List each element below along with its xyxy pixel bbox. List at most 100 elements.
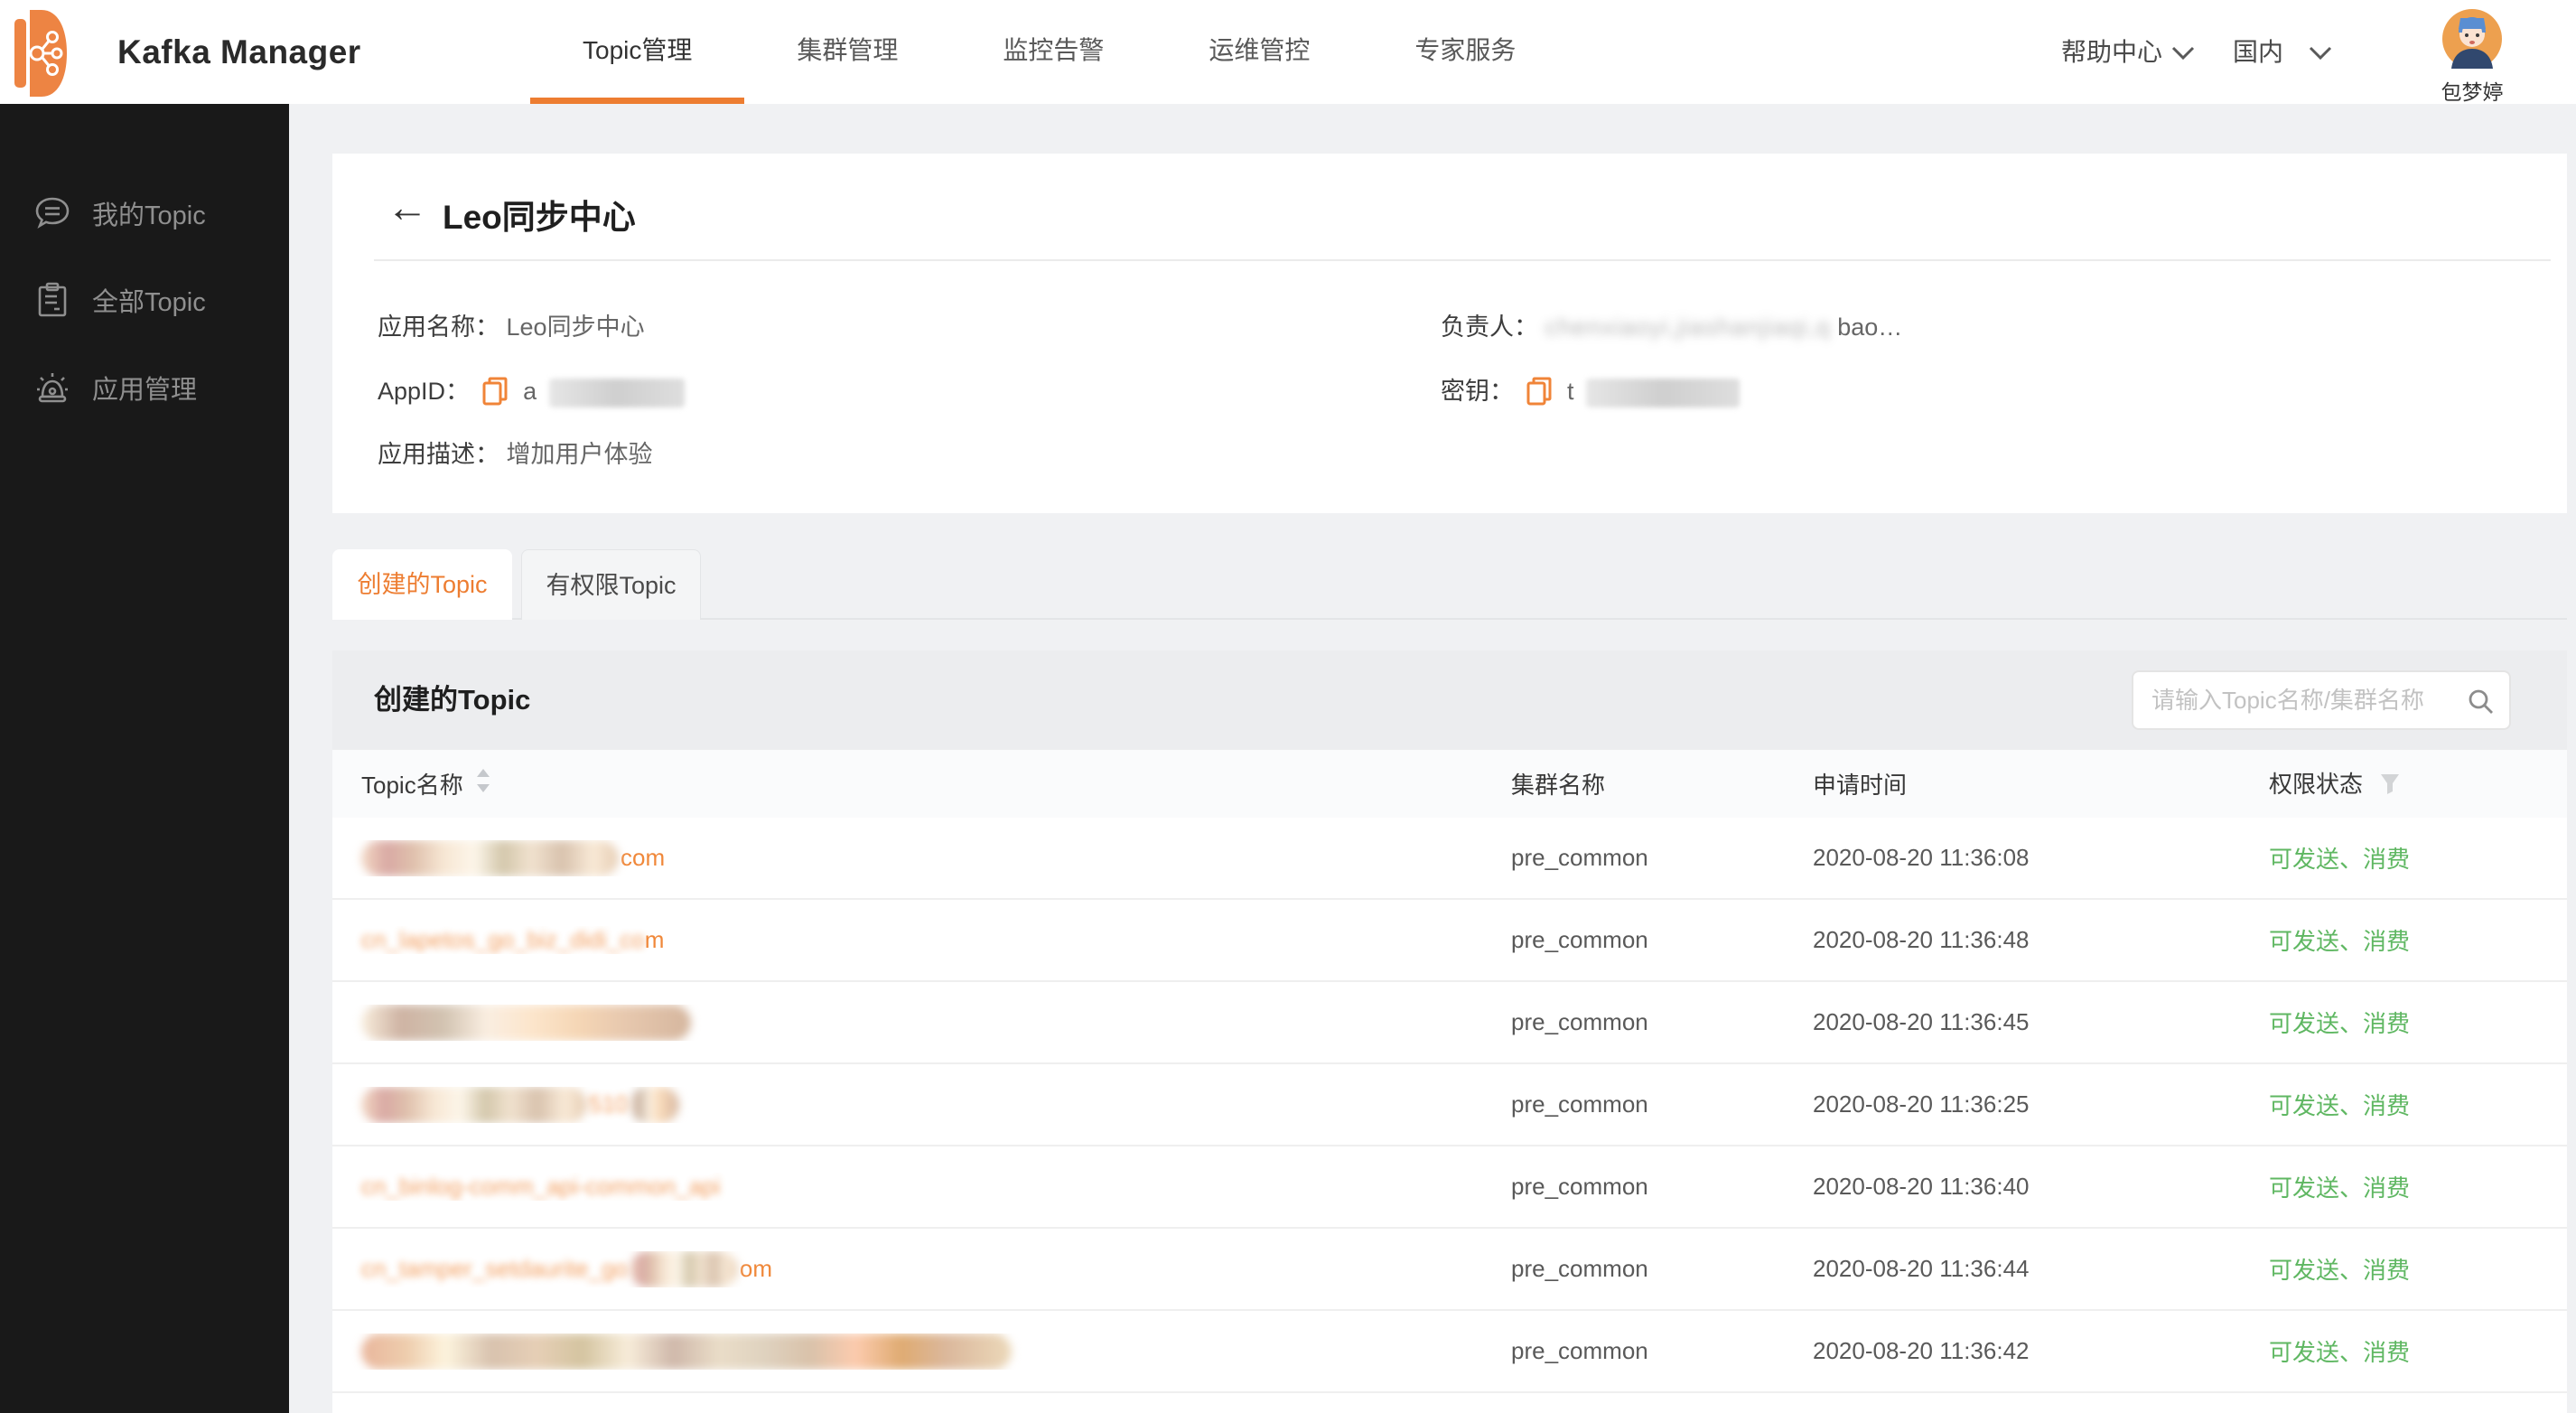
redacted-topic-text: 510 bbox=[589, 1090, 628, 1118]
permission-status-cell: 可发送、消费 bbox=[2269, 1334, 2567, 1368]
field-secret: 密钥： t bbox=[1441, 373, 1740, 409]
copy-icon[interactable] bbox=[482, 377, 508, 416]
sidebar-item-my-topic[interactable]: 我的Topic bbox=[0, 184, 289, 242]
page-title: Leo同步中心 bbox=[443, 190, 636, 239]
app-detail-card: ← Leo同步中心 应用名称： Leo同步中心 负责人： chenxiaoyi,… bbox=[332, 154, 2567, 513]
apply-time-cell: 2020-08-20 11:36:44 bbox=[1813, 1255, 2269, 1283]
main-nav: Topic管理 集群管理 监控告警 运维管控 专家服务 bbox=[530, 0, 1568, 104]
back-arrow-icon[interactable]: ← bbox=[387, 186, 428, 228]
sidebar-item-label: 全部Topic bbox=[92, 281, 206, 319]
cluster-name-cell: pre_common bbox=[1511, 926, 1813, 954]
column-permission-status: 权限状态 bbox=[2269, 766, 2567, 801]
topic-name-link[interactable]: cn_lapetos_go_biz_didi_com bbox=[361, 926, 664, 954]
cluster-name-cell: pre_common bbox=[1511, 844, 1813, 872]
apply-time-cell: 2020-08-20 11:36:40 bbox=[1813, 1173, 2269, 1201]
table-row[interactable]: cn_binlog-comm_api-common_api pre_common… bbox=[332, 1146, 2567, 1229]
search-input[interactable] bbox=[2151, 672, 2459, 728]
table-row[interactable]: cn_lapetos_go_biz_didi_com pre_common 20… bbox=[332, 900, 2567, 982]
redacted-topic-name bbox=[630, 1251, 738, 1287]
tab-created-topic[interactable]: 创建的Topic bbox=[332, 549, 512, 620]
field-app-name: 应用名称： Leo同步中心 bbox=[378, 309, 645, 345]
redacted-topic-name bbox=[361, 1005, 691, 1041]
column-topic-name: Topic名称 bbox=[332, 767, 1511, 800]
cluster-name-cell: pre_common bbox=[1511, 1255, 1813, 1283]
sidebar-item-all-topic[interactable]: 全部Topic bbox=[0, 271, 289, 329]
table-row[interactable]: com pre_common 2020-08-20 11:36:08 可发送、消… bbox=[332, 818, 2567, 900]
permission-status-cell: 可发送、消费 bbox=[2269, 923, 2567, 957]
region-menu[interactable]: 国内 bbox=[2233, 0, 2332, 104]
redacted-appid bbox=[549, 379, 685, 407]
topic-name-link[interactable]: cn_binlog-comm_api-common_api bbox=[361, 1173, 720, 1201]
redacted-topic-name bbox=[361, 1087, 587, 1123]
field-value: Leo同步中心 bbox=[507, 313, 645, 341]
permission-status-cell: 可发送、消费 bbox=[2269, 841, 2567, 875]
region-label: 国内 bbox=[2233, 38, 2283, 66]
table-row[interactable]: pre_common 2020-08-20 11:36:45 可发送、消费 bbox=[332, 982, 2567, 1064]
nav-topic-management[interactable]: Topic管理 bbox=[530, 0, 744, 104]
topic-name-link[interactable]: 510 bbox=[361, 1087, 679, 1123]
user-name: 包梦婷 bbox=[2427, 75, 2517, 106]
field-label: 密钥： bbox=[1441, 378, 1514, 405]
topic-name-link[interactable]: com bbox=[361, 840, 665, 876]
table-card-header: 创建的Topic bbox=[332, 650, 2567, 750]
help-center-label: 帮助中心 bbox=[2061, 38, 2162, 66]
redacted-topic-text: cn_binlog-comm_api-common_api bbox=[361, 1173, 720, 1201]
nav-ops-control[interactable]: 运维管控 bbox=[1156, 0, 1362, 104]
column-label: 权限状态 bbox=[2269, 771, 2363, 798]
topic-name-link[interactable] bbox=[361, 1005, 691, 1041]
sort-icon[interactable] bbox=[476, 769, 490, 799]
field-appid: AppID： a bbox=[378, 373, 685, 409]
table-row[interactable]: cn_tamper_setdaurite_goom pre_common 202… bbox=[332, 1229, 2567, 1311]
nav-monitor-alert[interactable]: 监控告警 bbox=[950, 0, 1156, 104]
field-label: 负责人： bbox=[1441, 313, 1538, 341]
table-row[interactable]: 510 pre_common 2020-08-20 11:36:25 可发送、消… bbox=[332, 1064, 2567, 1146]
filter-funnel-icon[interactable] bbox=[2380, 773, 2400, 801]
alarm-icon bbox=[34, 370, 70, 406]
redacted-topic-name bbox=[361, 840, 619, 876]
apply-time-cell: 2020-08-20 11:36:42 bbox=[1813, 1337, 2269, 1365]
sidebar: 我的Topic 全部Topic bbox=[0, 104, 289, 1413]
content-area: ← Leo同步中心 应用名称： Leo同步中心 负责人： chenxiaoyi,… bbox=[289, 104, 2576, 1413]
table-body: com pre_common 2020-08-20 11:36:08 可发送、消… bbox=[332, 818, 2567, 1393]
field-value: t bbox=[1567, 378, 1574, 405]
field-label: 应用名称： bbox=[378, 313, 499, 341]
redacted-topic-text: cn_tamper_setdaurite_go bbox=[361, 1255, 628, 1283]
nav-cluster-management[interactable]: 集群管理 bbox=[744, 0, 950, 104]
field-label: AppID： bbox=[378, 378, 470, 405]
topic-name-text: m bbox=[645, 926, 665, 954]
sidebar-item-app-management[interactable]: 应用管理 bbox=[0, 359, 289, 416]
table-header-row: Topic名称 集群名称 申请时间 权限状态 bbox=[332, 750, 2567, 818]
topic-tabs: 创建的Topic 有权限Topic bbox=[332, 549, 701, 620]
redacted-topic-name bbox=[630, 1087, 679, 1123]
clipboard-icon bbox=[34, 282, 70, 318]
tab-authorized-topic[interactable]: 有权限Topic bbox=[521, 549, 701, 620]
cluster-name-cell: pre_common bbox=[1511, 1173, 1813, 1201]
field-label: 应用描述： bbox=[378, 441, 499, 468]
permission-status-cell: 可发送、消费 bbox=[2269, 1006, 2567, 1039]
divider bbox=[374, 259, 2551, 261]
chevron-down-icon bbox=[2309, 0, 2332, 104]
permission-status-cell: 可发送、消费 bbox=[2269, 1088, 2567, 1121]
nav-expert-service[interactable]: 专家服务 bbox=[1362, 0, 1568, 104]
search-icon[interactable] bbox=[2466, 687, 2495, 720]
topic-name-text: com bbox=[621, 844, 665, 872]
help-center-menu[interactable]: 帮助中心 bbox=[2061, 0, 2195, 104]
apply-time-cell: 2020-08-20 11:36:08 bbox=[1813, 844, 2269, 872]
redacted-topic-name bbox=[361, 1333, 1012, 1370]
field-desc: 应用描述： 增加用户体验 bbox=[378, 436, 653, 473]
topic-name-link[interactable]: cn_tamper_setdaurite_goom bbox=[361, 1251, 772, 1287]
copy-icon[interactable] bbox=[1526, 377, 1552, 416]
redacted-owner-text: chenxiaoyi,jiashanjiaqi,q bbox=[1545, 313, 1831, 341]
user-menu[interactable]: 包梦婷 bbox=[2427, 9, 2517, 106]
field-owner: 负责人： chenxiaoyi,jiashanjiaqi,q bao… bbox=[1441, 309, 1902, 345]
chat-bubble-icon bbox=[34, 195, 70, 231]
table-row[interactable]: pre_common 2020-08-20 11:36:42 可发送、消费 bbox=[332, 1311, 2567, 1393]
topic-name-link[interactable] bbox=[361, 1333, 1012, 1370]
apply-time-cell: 2020-08-20 11:36:45 bbox=[1813, 1008, 2269, 1036]
kafka-manager-logo-icon bbox=[14, 8, 67, 103]
apply-time-cell: 2020-08-20 11:36:25 bbox=[1813, 1090, 2269, 1118]
field-value: bao… bbox=[1837, 313, 1902, 341]
column-cluster-name: 集群名称 bbox=[1511, 767, 1813, 800]
search-box bbox=[2132, 670, 2511, 730]
sidebar-item-label: 应用管理 bbox=[92, 369, 197, 407]
